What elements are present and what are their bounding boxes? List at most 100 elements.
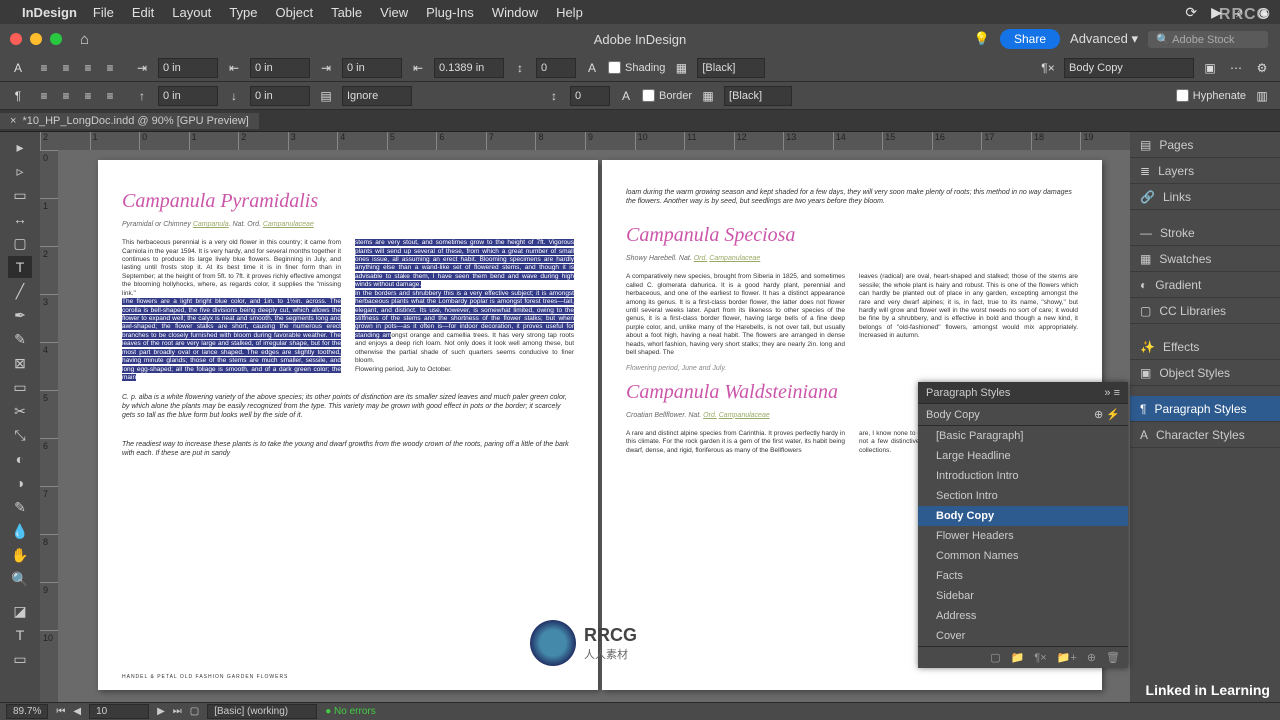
style-basic-paragraph[interactable]: [Basic Paragraph] bbox=[918, 426, 1128, 446]
align-left-icon[interactable]: ≡ bbox=[34, 58, 54, 78]
panel-object-styles[interactable]: ▣ Object Styles bbox=[1130, 360, 1280, 386]
dropcap-icon[interactable]: A bbox=[582, 58, 602, 78]
close-window-button[interactable] bbox=[10, 33, 22, 45]
workspace-dropdown[interactable]: Advanced ▾ bbox=[1070, 31, 1138, 47]
menu-view[interactable]: View bbox=[380, 5, 408, 20]
style-section-intro[interactable]: Section Intro bbox=[918, 486, 1128, 506]
options-icon[interactable]: ⋯ bbox=[1226, 58, 1246, 78]
type-tool[interactable]: T bbox=[8, 256, 32, 278]
page-number-field[interactable]: 10 bbox=[89, 704, 149, 719]
new-style-icon[interactable]: ⊕ ⚡ bbox=[1094, 408, 1120, 421]
panel-swatches[interactable]: ▦ Swatches bbox=[1130, 246, 1280, 272]
minimize-window-button[interactable] bbox=[30, 33, 42, 45]
paragraph-styles-panel[interactable]: Paragraph Styles » ≡ Body Copy ⊕ ⚡ [Basi… bbox=[918, 382, 1128, 668]
text-wrap-icon[interactable]: ▣ bbox=[1200, 58, 1220, 78]
para-style-select[interactable] bbox=[1064, 58, 1194, 78]
pen-tool[interactable]: ✒ bbox=[8, 304, 32, 326]
new-group-icon[interactable]: 📁+ bbox=[1057, 651, 1077, 664]
rectangle-tool[interactable]: ▭ bbox=[8, 376, 32, 398]
align-justify-icon[interactable]: ≡ bbox=[100, 58, 120, 78]
direct-selection-tool[interactable]: ▹ bbox=[8, 160, 32, 182]
justify-full-icon[interactable]: ≡ bbox=[100, 86, 120, 106]
menu-table[interactable]: Table bbox=[331, 5, 362, 20]
close-tab-icon[interactable]: × bbox=[10, 115, 16, 127]
gradient-swatch-tool[interactable]: ◐ bbox=[8, 448, 32, 470]
menu-type[interactable]: Type bbox=[229, 5, 257, 20]
text-fill-icon[interactable]: T bbox=[8, 624, 32, 646]
folder-icon[interactable]: 📁 bbox=[1011, 651, 1025, 664]
zoom-window-button[interactable] bbox=[50, 33, 62, 45]
prev-page-icon[interactable]: ◀ bbox=[73, 706, 81, 717]
eyedropper-tool[interactable]: 💧 bbox=[8, 520, 32, 542]
justify-left-icon[interactable]: ≡ bbox=[34, 86, 54, 106]
menu-layout[interactable]: Layout bbox=[172, 5, 211, 20]
panel-cc-libraries[interactable]: ▢ CC Libraries bbox=[1130, 298, 1280, 324]
next-page-icon[interactable]: ▶ bbox=[157, 706, 165, 717]
pencil-tool[interactable]: ✎ bbox=[8, 328, 32, 350]
gap-tool[interactable]: ↔ bbox=[8, 208, 32, 230]
shading-swatch-icon[interactable]: ▦ bbox=[671, 58, 691, 78]
panel-pages[interactable]: ▤ Pages bbox=[1130, 132, 1280, 158]
last-indent-field[interactable] bbox=[434, 58, 504, 78]
home-icon[interactable]: ⌂ bbox=[80, 31, 89, 48]
document-tab[interactable]: × *10_HP_LongDoc.indd @ 90% [GPU Preview… bbox=[0, 113, 259, 129]
scissors-tool[interactable]: ✂ bbox=[8, 400, 32, 422]
clear-overrides-icon[interactable]: ¶× bbox=[1038, 58, 1058, 78]
free-transform-tool[interactable]: ⤡ bbox=[8, 424, 32, 446]
justify-right-icon[interactable]: ≡ bbox=[78, 86, 98, 106]
align-right-icon[interactable]: ≡ bbox=[78, 58, 98, 78]
border-swatch-icon[interactable]: ▦ bbox=[698, 86, 718, 106]
line-tool[interactable]: ╱ bbox=[8, 280, 32, 302]
view-mode-icon[interactable]: ▭ bbox=[8, 648, 32, 670]
style-common-names[interactable]: Common Names bbox=[918, 546, 1128, 566]
gradient-feather-tool[interactable]: ◑ bbox=[8, 472, 32, 494]
preset-select[interactable]: [Basic] (working) bbox=[207, 704, 317, 719]
space-after-field[interactable] bbox=[250, 86, 310, 106]
hyphenate-checkbox[interactable]: Hyphenate bbox=[1176, 89, 1246, 102]
fill-stroke-proxy[interactable]: ◪ bbox=[8, 600, 32, 622]
panel-stroke[interactable]: — Stroke bbox=[1130, 220, 1280, 246]
right-indent-field[interactable] bbox=[250, 58, 310, 78]
panel-paragraph-styles[interactable]: ¶ Paragraph Styles bbox=[1130, 396, 1280, 422]
menu-help[interactable]: Help bbox=[556, 5, 583, 20]
panel-effects[interactable]: ✨ Effects bbox=[1130, 334, 1280, 360]
hand-tool[interactable]: ✋ bbox=[8, 544, 32, 566]
note-tool[interactable]: ✎ bbox=[8, 496, 32, 518]
page-tool[interactable]: ▭ bbox=[8, 184, 32, 206]
span-columns-icon[interactable]: ▥ bbox=[1252, 86, 1272, 106]
share-button[interactable]: Share bbox=[1000, 29, 1060, 49]
dropcap2-icon[interactable]: A bbox=[616, 86, 636, 106]
style-address[interactable]: Address bbox=[918, 606, 1128, 626]
horizontal-ruler[interactable]: 21012345678910111213141516171819 bbox=[40, 132, 1130, 150]
auto-leading-field[interactable] bbox=[536, 58, 576, 78]
panel-links[interactable]: 🔗 Links bbox=[1130, 184, 1280, 210]
content-collector-tool[interactable]: ▢ bbox=[8, 232, 32, 254]
border-swatch[interactable] bbox=[724, 86, 792, 106]
open-icon[interactable]: ▢ bbox=[190, 706, 199, 717]
border-checkbox[interactable]: Border bbox=[642, 89, 692, 102]
style-body-copy[interactable]: Body Copy bbox=[918, 506, 1128, 526]
space-before-field[interactable] bbox=[158, 86, 218, 106]
clear-overrides-btn[interactable]: ¶× bbox=[1034, 652, 1046, 664]
menu-edit[interactable]: Edit bbox=[132, 5, 154, 20]
tips-icon[interactable]: 💡 bbox=[974, 31, 990, 47]
panel-character-styles[interactable]: A Character Styles bbox=[1130, 422, 1280, 448]
style-introduction-intro[interactable]: Introduction Intro bbox=[918, 466, 1128, 486]
gear-icon[interactable]: ⚙ bbox=[1252, 58, 1272, 78]
para-format-icon[interactable]: A bbox=[8, 58, 28, 78]
shading-swatch[interactable] bbox=[697, 58, 765, 78]
style-sidebar[interactable]: Sidebar bbox=[918, 586, 1128, 606]
panel-gradient[interactable]: ◐ Gradient bbox=[1130, 272, 1280, 298]
style-large-headline[interactable]: Large Headline bbox=[918, 446, 1128, 466]
last-page-icon[interactable]: ⏭ bbox=[173, 706, 182, 717]
panel-layers[interactable]: ≣ Layers bbox=[1130, 158, 1280, 184]
menu-window[interactable]: Window bbox=[492, 5, 538, 20]
rectangle-frame-tool[interactable]: ⊠ bbox=[8, 352, 32, 374]
adobe-stock-search[interactable]: 🔍 Adobe Stock bbox=[1148, 31, 1268, 48]
preflight-status[interactable]: ● No errors bbox=[325, 706, 376, 717]
ignore-select[interactable] bbox=[342, 86, 412, 106]
left-indent-field[interactable] bbox=[158, 58, 218, 78]
selection-tool[interactable]: ▸ bbox=[8, 136, 32, 158]
first-page-icon[interactable]: ⏮ bbox=[56, 706, 65, 717]
align-center-icon[interactable]: ≡ bbox=[56, 58, 76, 78]
